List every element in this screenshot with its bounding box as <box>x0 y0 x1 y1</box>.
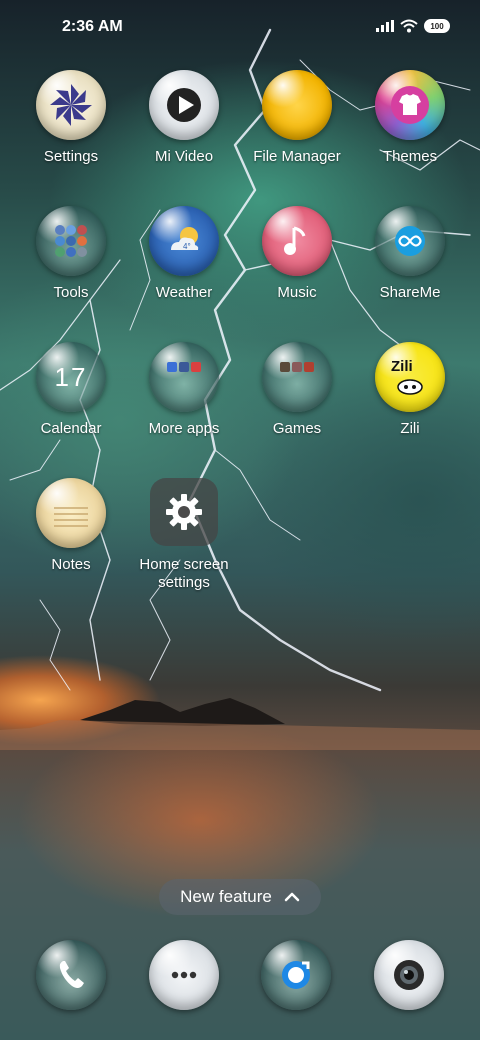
new-feature-label: New feature <box>180 887 272 906</box>
app-label: Themes <box>382 148 438 165</box>
status-time: 2:36 AM <box>62 18 123 35</box>
calendar-date: 17 <box>54 361 88 392</box>
wallpaper-rocks <box>0 698 480 750</box>
app-label: ShareMe <box>379 284 441 301</box>
more-apps-folder-icon <box>149 342 219 412</box>
music-note-icon <box>262 206 332 276</box>
svg-text:4°: 4° <box>183 242 191 251</box>
tshirt-icon <box>375 70 445 140</box>
pinwheel-icon <box>36 70 106 140</box>
calendar-icon: 17 <box>36 342 106 412</box>
zili-icon: Zili <box>375 342 445 412</box>
signal-icon <box>376 20 394 32</box>
browser-icon[interactable] <box>261 940 331 1010</box>
games-folder-icon <box>262 342 332 412</box>
app-label: Calendar <box>40 420 102 437</box>
weather-icon: 4° <box>149 206 219 276</box>
phone-icon[interactable] <box>36 940 106 1010</box>
tools-grid-icon <box>36 206 106 276</box>
app-label: Games <box>272 420 322 437</box>
chat-bubble-icon[interactable] <box>149 940 219 1010</box>
app-label: Zili <box>400 420 420 437</box>
new-feature-button[interactable]: New feature <box>159 879 321 915</box>
app-label-line-1: Home screen <box>139 556 229 573</box>
app-label: Settings <box>43 148 99 165</box>
app-label-line-2: settings <box>158 574 210 591</box>
battery-icon: 100 <box>424 19 450 33</box>
status-bar: 2:36 AM 100 <box>0 0 480 56</box>
app-label: Home screen settings <box>128 556 240 592</box>
status-icons: 100 <box>376 19 450 33</box>
gear-icon <box>150 478 218 546</box>
battery-level: 100 <box>430 21 444 31</box>
app-label: Mi Video <box>154 148 214 165</box>
wifi-icon <box>400 19 418 33</box>
play-icon <box>149 70 219 140</box>
home-screen: 2:36 AM 100 Settings Mi Video File Manag… <box>0 0 480 1040</box>
infinity-icon <box>375 206 445 276</box>
chevron-up-icon <box>284 892 300 902</box>
app-label: Notes <box>51 556 91 573</box>
app-label: Weather <box>155 284 213 301</box>
folder-icon <box>262 70 332 140</box>
notes-icon <box>36 478 106 548</box>
app-label: Tools <box>53 284 89 301</box>
app-label: More apps <box>148 420 220 437</box>
camera-icon[interactable] <box>374 940 444 1010</box>
app-label: File Manager <box>253 148 341 165</box>
app-label: Music <box>277 284 317 301</box>
